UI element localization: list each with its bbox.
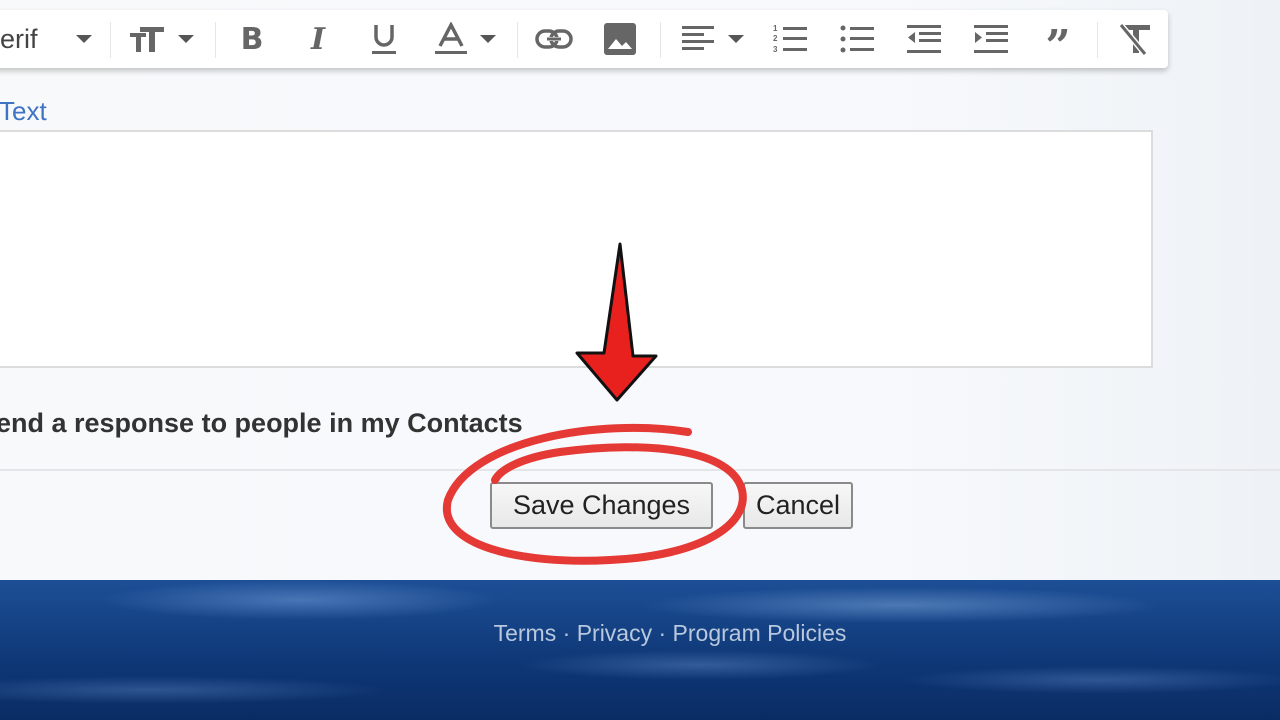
quote-icon[interactable]: ”: [1040, 10, 1076, 72]
settings-page: erif B I 12 3 ” Text end a response to pe…: [0, 0, 1280, 580]
divider: [660, 22, 661, 58]
divider: [215, 22, 216, 58]
svg-text:1: 1: [773, 24, 778, 33]
align-icon[interactable]: [680, 10, 716, 68]
text-color-dropdown-icon[interactable]: [480, 10, 496, 68]
response-textarea[interactable]: [0, 130, 1153, 368]
privacy-link[interactable]: Privacy: [577, 620, 652, 646]
divider: [110, 22, 111, 58]
image-icon[interactable]: [602, 10, 638, 68]
terms-link[interactable]: Terms: [494, 620, 557, 646]
cancel-button[interactable]: Cancel: [743, 482, 853, 529]
font-size-dropdown-icon[interactable]: [178, 10, 194, 68]
numbered-list-icon[interactable]: 12 3: [772, 10, 808, 68]
formatting-toolbar: erif B I 12 3 ”: [0, 10, 1168, 72]
divider: [0, 469, 1280, 471]
indent-more-icon[interactable]: [973, 10, 1009, 68]
italic-icon[interactable]: I: [300, 10, 336, 68]
font-family-dropdown-icon[interactable]: [76, 10, 92, 68]
font-size-icon[interactable]: [128, 10, 168, 68]
text-color-icon[interactable]: [433, 10, 469, 68]
align-dropdown-icon[interactable]: [728, 10, 744, 68]
bulleted-list-icon[interactable]: [839, 10, 875, 68]
divider: [1097, 22, 1098, 58]
ocean-background: [0, 580, 1280, 720]
separator: ·: [556, 620, 577, 646]
svg-text:2: 2: [773, 34, 778, 43]
font-family-select[interactable]: erif: [0, 10, 38, 68]
link-icon[interactable]: [534, 10, 574, 68]
program-policies-link[interactable]: Program Policies: [673, 620, 847, 646]
bold-icon[interactable]: B: [234, 10, 270, 68]
divider: [517, 22, 518, 58]
remove-formatting-icon[interactable]: [1117, 10, 1153, 68]
underline-icon[interactable]: [366, 10, 402, 68]
save-changes-button[interactable]: Save Changes: [490, 482, 713, 529]
separator: ·: [652, 620, 673, 646]
svg-text:3: 3: [773, 45, 778, 54]
indent-less-icon[interactable]: [906, 10, 942, 68]
text-label: Text: [0, 96, 47, 126]
footer-links: Terms · Privacy · Program Policies: [0, 620, 1280, 647]
contacts-only-option[interactable]: end a response to people in my Contacts: [0, 408, 523, 439]
